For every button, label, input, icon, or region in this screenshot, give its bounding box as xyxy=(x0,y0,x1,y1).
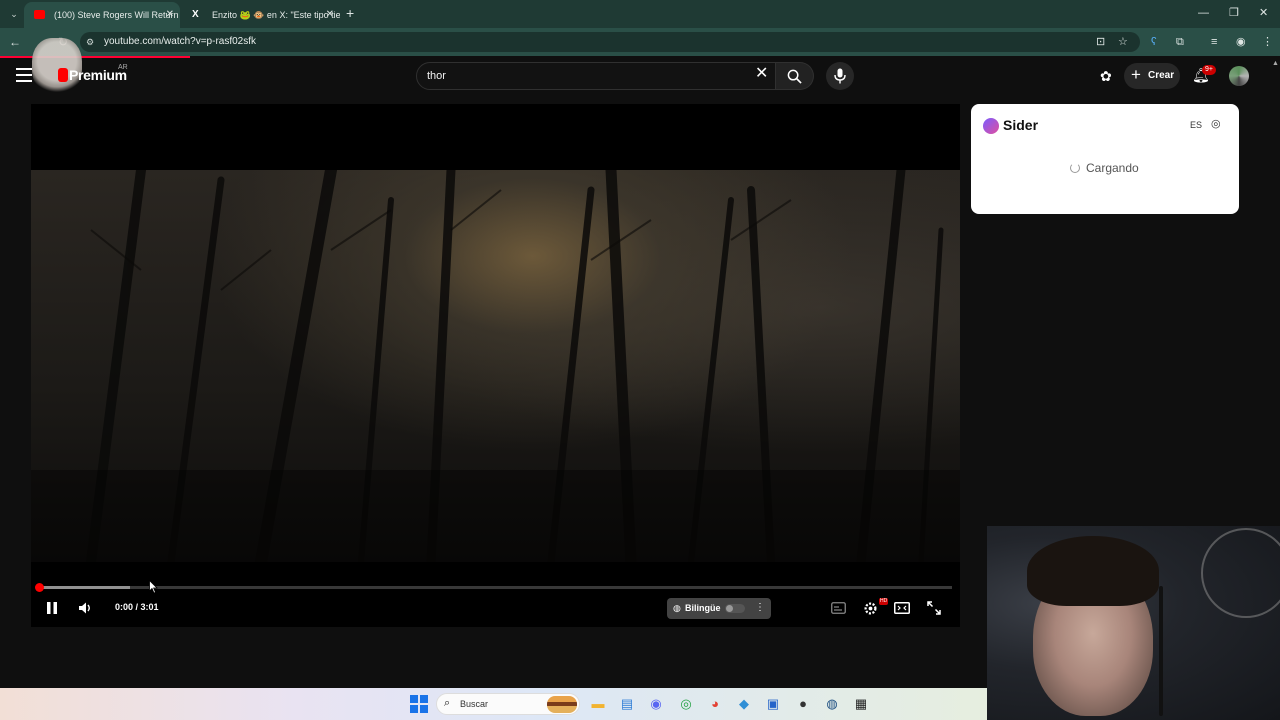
create-label: Crear xyxy=(1148,70,1175,81)
forest-trees-scene xyxy=(31,170,960,562)
settings-button[interactable] xyxy=(863,599,878,617)
install-app-icon[interactable]: ⊡ xyxy=(1096,34,1105,50)
youtube-studio-icon[interactable]: ✿ xyxy=(1100,68,1112,84)
youtube-logo-icon[interactable] xyxy=(58,68,68,82)
search-input[interactable] xyxy=(427,63,747,89)
tab-title: (100) Steve Rogers Will Return | xyxy=(54,10,180,20)
obs-icon[interactable]: ● xyxy=(794,695,812,713)
tab-x[interactable]: X Enzito 🐸 🐵 en X: "Este tipo tie ✕ xyxy=(182,2,340,28)
search-box xyxy=(416,62,776,90)
clear-search-icon[interactable]: ✕ xyxy=(755,65,768,83)
browser-toolbar: ← ↻ ⚙ youtube.com/watch?v=p-rasf02sfk ⊡ … xyxy=(0,28,1280,56)
volume-icon xyxy=(79,602,90,614)
search-icon: ⌕ xyxy=(444,697,451,709)
translate-extension-icon[interactable]: ʕ xyxy=(1151,34,1157,50)
pause-button[interactable] xyxy=(46,599,58,617)
search-highlight-image xyxy=(547,696,577,713)
search-icon xyxy=(787,69,802,84)
loading-spinner-icon xyxy=(1070,163,1080,173)
pause-icon xyxy=(47,602,57,614)
store-icon[interactable]: ▣ xyxy=(764,695,782,713)
buffered-bar xyxy=(39,586,131,589)
gear-icon xyxy=(864,602,877,615)
sider-settings-icon[interactable]: ◎ xyxy=(1211,118,1221,130)
time-display: 0:00 / 3:01 xyxy=(115,602,159,612)
bilingual-label: Bilingüe xyxy=(685,603,721,613)
new-tab-button[interactable]: + xyxy=(346,5,354,21)
fullscreen-icon xyxy=(927,601,941,615)
globe-icon: ◍ xyxy=(673,603,681,613)
browser-tab-strip: ⌄ (100) Steve Rogers Will Return | ✕ X E… xyxy=(0,0,1280,28)
notepad-icon[interactable]: ▤ xyxy=(618,695,636,713)
address-bar[interactable]: ⚙ youtube.com/watch?v=p-rasf02sfk xyxy=(80,32,1140,52)
account-avatar[interactable] xyxy=(1229,66,1249,86)
youtube-masthead: Premium AR ✕ ✿ + Crear 🔔︎ 9+ xyxy=(0,38,1270,98)
subtitles-button[interactable] xyxy=(831,599,846,617)
sider-loading-text: Cargando xyxy=(1086,161,1139,175)
microphone-icon xyxy=(834,68,846,84)
streamer-hair xyxy=(1027,536,1159,606)
plus-icon: + xyxy=(1131,65,1141,84)
close-tab-icon[interactable]: ✕ xyxy=(166,2,174,28)
mouse-cursor-icon xyxy=(149,580,158,594)
url-text[interactable]: youtube.com/watch?v=p-rasf02sfk xyxy=(104,32,256,52)
close-window-button[interactable]: ✕ xyxy=(1259,6,1268,20)
voice-search-button[interactable] xyxy=(826,62,854,90)
theater-mode-button[interactable] xyxy=(894,599,910,617)
country-code: AR xyxy=(118,64,128,71)
taskbar-search[interactable]: ⌕ Buscar xyxy=(436,693,580,715)
minimize-button[interactable]: — xyxy=(1198,6,1209,20)
search-button[interactable] xyxy=(776,62,814,90)
taskbar-search-label: Buscar xyxy=(460,699,489,709)
tab-youtube[interactable]: (100) Steve Rogers Will Return | ✕ xyxy=(24,2,180,28)
app-icon[interactable]: ▦ xyxy=(852,695,870,713)
close-tab-icon[interactable]: ✕ xyxy=(326,2,334,28)
kodi-icon[interactable]: ◆ xyxy=(735,695,753,713)
guide-menu-icon[interactable] xyxy=(16,68,32,82)
create-button[interactable]: + Crear xyxy=(1124,63,1180,89)
back-button[interactable]: ← xyxy=(9,34,21,50)
progress-bar[interactable] xyxy=(39,586,952,589)
tab-search-icon[interactable]: ⌄ xyxy=(6,6,22,22)
tab-title: Enzito 🐸 🐵 en X: "Este tipo tie xyxy=(212,10,340,20)
bookmark-star-icon[interactable]: ☆ xyxy=(1118,34,1128,50)
sider-logo-icon xyxy=(983,118,999,134)
bilingual-toggle[interactable] xyxy=(725,604,745,613)
discord-icon[interactable]: ◉ xyxy=(647,695,665,713)
steam-icon[interactable]: ◍ xyxy=(823,695,841,713)
youtube-favicon-icon xyxy=(34,10,45,19)
browser-menu-icon[interactable]: ⋮ xyxy=(1262,34,1273,50)
site-info-icon[interactable]: ⚙ xyxy=(86,36,98,48)
chrome-icon[interactable]: ◕ xyxy=(706,695,724,713)
windows-taskbar: ⌕ Buscar ▬ ▤ ◉ ◎ ◕ ◆ ▣ ● ◍ ▦ xyxy=(0,688,987,720)
windows-start-icon[interactable] xyxy=(410,695,428,713)
headset-cable xyxy=(1159,586,1163,716)
restore-button[interactable]: ❐ xyxy=(1229,6,1239,20)
fullscreen-button[interactable] xyxy=(927,599,941,617)
profile-icon[interactable]: ◉ xyxy=(1236,34,1246,50)
sider-language-button[interactable]: ES xyxy=(1190,120,1202,130)
hd-badge: HD xyxy=(879,598,889,605)
file-explorer-icon[interactable]: ▬ xyxy=(589,695,607,713)
whatsapp-icon[interactable]: ◎ xyxy=(677,695,695,713)
more-options-icon[interactable]: ⋮ xyxy=(755,602,765,614)
scroll-up-icon[interactable]: ▲ xyxy=(1272,60,1279,67)
theater-icon xyxy=(894,602,910,614)
x-favicon-icon: X xyxy=(192,9,199,20)
background-fan xyxy=(1201,528,1280,618)
webcam-overlay xyxy=(987,526,1280,720)
video-player[interactable]: 0:00 / 3:01 ◍ Bilingüe ⋮ HD xyxy=(31,104,960,627)
mute-button[interactable] xyxy=(78,599,92,617)
captions-icon xyxy=(831,602,846,614)
bilingual-subtitles-control[interactable]: ◍ Bilingüe ⋮ xyxy=(667,598,771,619)
media-control-icon[interactable]: ≡ xyxy=(1211,34,1217,50)
sider-panel: Sider ES ◎ Cargando xyxy=(971,104,1239,214)
extensions-puzzle-icon[interactable]: ⧉ xyxy=(1176,34,1184,50)
progress-scrubber[interactable] xyxy=(35,583,44,592)
sider-title: Sider xyxy=(1003,117,1039,133)
notifications-badge: 9+ xyxy=(1202,65,1216,75)
